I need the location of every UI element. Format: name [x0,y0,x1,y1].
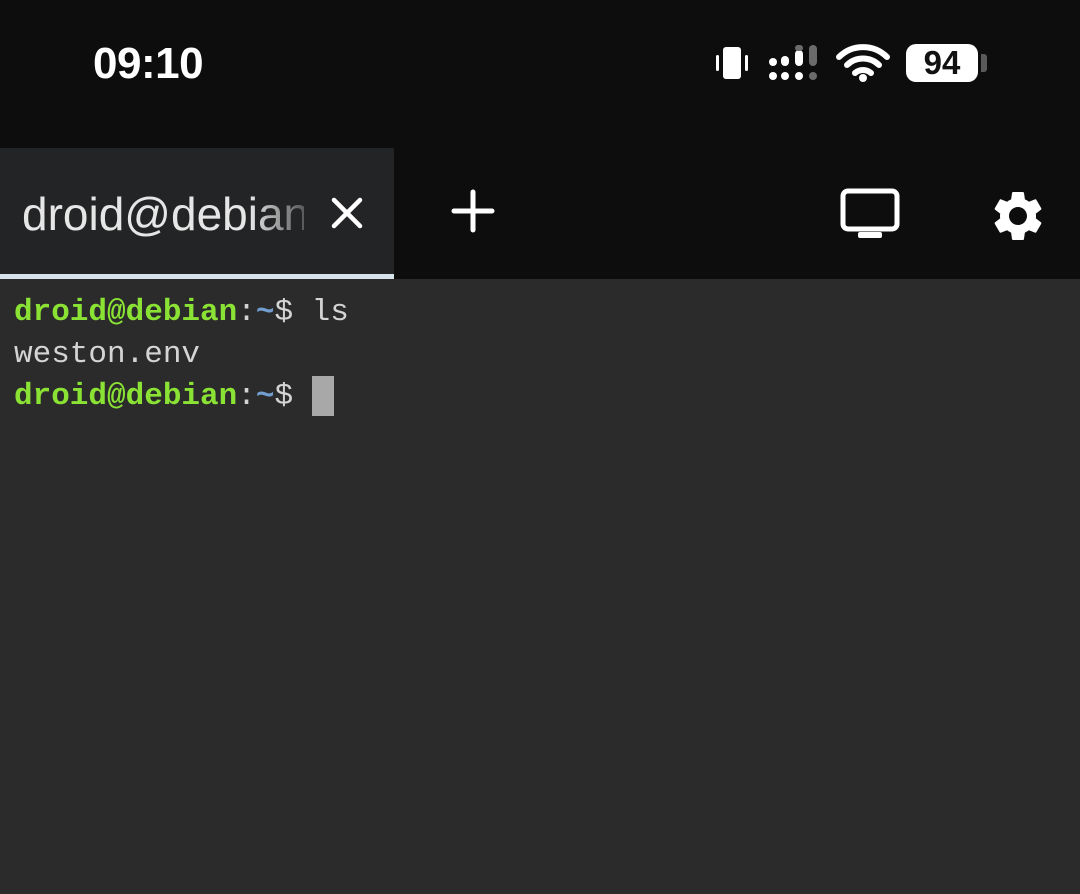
terminal-line: droid@debian:~$ [14,376,334,418]
tab-bar: droid@debian [0,148,1080,279]
prompt-colon: : [237,379,256,414]
battery-icon: 94 [906,44,978,82]
settings-button[interactable] [988,186,1048,246]
prompt-user: droid@debian [14,295,238,330]
display-button[interactable] [836,184,904,248]
prompt-dollar: $ [274,379,294,414]
status-bar: 09:10 94 [0,0,1080,148]
command-text: ls [293,295,349,330]
terminal-output-line: weston.env [14,334,200,376]
tab-title: droid@debian [22,188,304,240]
plus-icon [451,189,495,233]
battery-tip [981,54,987,72]
output-text: weston.env [14,337,201,372]
monitor-icon [840,188,900,238]
command-text [293,379,312,414]
terminal-view[interactable]: droid@debian:~$ ls weston.env droid@debi… [0,279,1080,894]
prompt-path: ~ [255,379,275,414]
prompt-user: droid@debian [14,379,238,414]
signal-icon [769,45,817,80]
tab-close-button[interactable] [322,188,372,238]
battery-level: 94 [923,44,961,81]
new-tab-button[interactable] [446,184,500,238]
close-icon [331,197,363,229]
terminal-line: droid@debian:~$ ls [14,292,349,334]
prompt-dollar: $ [274,295,294,330]
gear-icon [994,192,1042,240]
prompt-path: ~ [255,295,275,330]
vibrate-icon [716,47,748,79]
tab-droid-debian[interactable]: droid@debian [0,148,394,279]
wifi-icon [836,44,890,82]
terminal-cursor [311,376,334,416]
prompt-colon: : [237,295,256,330]
